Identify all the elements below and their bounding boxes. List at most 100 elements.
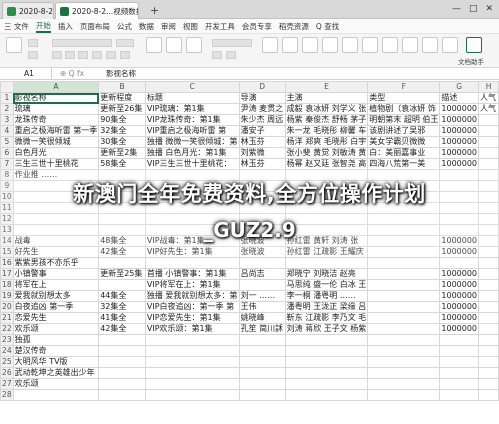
column-title-cell[interactable]: 标题	[144, 92, 240, 104]
table-cell[interactable]: 朱少杰 周远	[238, 114, 286, 126]
table-style-button[interactable]	[282, 37, 298, 53]
table-cell[interactable]: 1000000	[439, 136, 480, 148]
freeze-button[interactable]	[442, 37, 458, 53]
menu-view[interactable]: 视图	[183, 21, 198, 32]
table-cell[interactable]: 潘粤明 王泷正 梁缘 吕	[284, 301, 369, 313]
table-cell[interactable]	[284, 389, 369, 401]
filter-button[interactable]	[322, 37, 338, 53]
table-cell[interactable]: 独孤	[12, 334, 100, 346]
table-cell[interactable]: 潘安子	[238, 125, 286, 137]
table-cell[interactable]: 首播 小镇警事：第1集	[144, 268, 240, 280]
fill-color-icon[interactable]	[106, 51, 116, 59]
row-header[interactable]: 2	[0, 103, 14, 115]
wrap-button[interactable]	[166, 37, 182, 53]
table-cell[interactable]	[439, 257, 480, 269]
row-header[interactable]: 24	[0, 345, 14, 357]
table-cell[interactable]: 楚汉传奇	[12, 345, 100, 357]
table-cell[interactable]	[98, 389, 146, 401]
table-cell[interactable]	[439, 345, 480, 357]
menu-page-layout[interactable]: 页面布局	[80, 21, 110, 32]
table-cell[interactable]	[144, 378, 240, 390]
column-header-f[interactable]: F	[367, 81, 441, 93]
tab-workbook-2[interactable]: 2020-8-2...视频数据表...xlsx ✕	[55, 2, 139, 19]
fx-icon[interactable]: ⊕ Q fx	[52, 69, 102, 78]
table-cell[interactable]: 李一桐 潘粤明 ……	[284, 290, 369, 302]
table-cell[interactable]	[367, 323, 441, 335]
table-cell[interactable]	[478, 345, 499, 357]
table-cell[interactable]: 该剧讲述了吴邪	[367, 125, 441, 137]
table-cell[interactable]: VIP重启之极海听雷 第	[144, 125, 240, 137]
table-cell[interactable]	[439, 356, 480, 368]
row-header[interactable]: 27	[0, 378, 14, 390]
table-cell[interactable]	[367, 345, 441, 357]
table-cell[interactable]	[238, 279, 286, 291]
menu-search[interactable]: Q 查找	[316, 21, 339, 32]
table-cell[interactable]: 刘一 ……	[238, 290, 286, 302]
table-cell[interactable]: 1000000	[439, 147, 480, 159]
table-cell[interactable]	[238, 257, 286, 269]
menu-formulas[interactable]: 公式	[117, 21, 132, 32]
table-cell[interactable]: 白色月光	[12, 147, 100, 159]
table-cell[interactable]	[98, 356, 146, 368]
menu-member[interactable]: 会员专享	[242, 21, 272, 32]
table-cell[interactable]	[144, 345, 240, 357]
table-cell[interactable]	[98, 334, 146, 346]
table-cell[interactable]: 马思纯 盛一伦 白冰 王	[284, 279, 369, 291]
row-header[interactable]: 16	[0, 257, 14, 269]
table-cell[interactable]: 靳东 江疏影 李乃文 毛	[284, 312, 369, 324]
table-cell[interactable]: 朱一龙 毛晓彤 柳馨 车	[284, 125, 369, 137]
font-size-select[interactable]	[116, 39, 134, 47]
row-header[interactable]: 17	[0, 268, 14, 280]
table-cell[interactable]: 大明风华 TV版	[12, 356, 100, 368]
table-cell[interactable]	[367, 279, 441, 291]
align-button[interactable]	[146, 37, 162, 53]
table-cell[interactable]	[238, 334, 286, 346]
table-cell[interactable]	[478, 312, 499, 324]
table-cell[interactable]	[238, 389, 286, 401]
table-cell[interactable]: 成毅 袁冰妍 刘学义 张	[284, 103, 369, 115]
table-cell[interactable]: 恋爱先生	[12, 312, 100, 324]
comma-icon[interactable]	[226, 51, 236, 59]
table-cell[interactable]	[439, 378, 480, 390]
formula-input[interactable]: 影视名称	[102, 68, 136, 79]
table-cell[interactable]: 吕尚志	[238, 268, 286, 280]
table-cell[interactable]	[284, 257, 369, 269]
new-tab-button[interactable]: +	[150, 4, 159, 17]
table-cell[interactable]: VIP将军在上：第1集	[144, 279, 240, 291]
table-cell[interactable]: 42集全	[98, 323, 146, 335]
table-cell[interactable]: 重启之极海听雷 第一季	[12, 125, 100, 137]
table-cell[interactable]	[439, 389, 480, 401]
row-header[interactable]: 21	[0, 312, 14, 324]
table-cell[interactable]: 白：美丽嘉事业	[367, 147, 441, 159]
table-cell[interactable]	[478, 125, 499, 137]
row-header[interactable]: 19	[0, 290, 14, 302]
table-cell[interactable]: 1000000	[439, 114, 480, 126]
table-cell[interactable]	[284, 367, 369, 379]
table-cell[interactable]	[284, 378, 369, 390]
table-cell[interactable]	[98, 378, 146, 390]
table-cell[interactable]	[238, 378, 286, 390]
table-cell[interactable]	[478, 389, 499, 401]
sort-button[interactable]	[342, 37, 358, 53]
column-title-cell[interactable]: 主演	[284, 92, 369, 104]
name-box[interactable]: A1	[0, 68, 52, 79]
underline-icon[interactable]	[78, 51, 88, 59]
table-cell[interactable]	[478, 114, 499, 126]
column-header-h[interactable]: H	[478, 81, 499, 93]
table-cell[interactable]: 王伟	[238, 301, 286, 313]
merge-button[interactable]	[186, 37, 202, 53]
table-cell[interactable]: 44集全	[98, 290, 146, 302]
table-cell[interactable]: 紫紫男孩不亦乐乎	[12, 257, 100, 269]
table-cell[interactable]: 更新至25集	[98, 268, 146, 280]
table-cell[interactable]: 32集全	[98, 125, 146, 137]
fill-button[interactable]	[362, 37, 378, 53]
row-header[interactable]: 26	[0, 367, 14, 379]
table-cell[interactable]	[478, 301, 499, 313]
table-cell[interactable]	[367, 334, 441, 346]
number-format-select[interactable]	[212, 39, 252, 47]
cut-icon[interactable]	[28, 39, 38, 47]
table-cell[interactable]: VIP龙珠传奇：第1集	[144, 114, 240, 126]
table-cell[interactable]: 刘紫微	[238, 147, 286, 159]
table-cell[interactable]	[478, 268, 499, 280]
font-color-icon[interactable]	[120, 51, 130, 59]
